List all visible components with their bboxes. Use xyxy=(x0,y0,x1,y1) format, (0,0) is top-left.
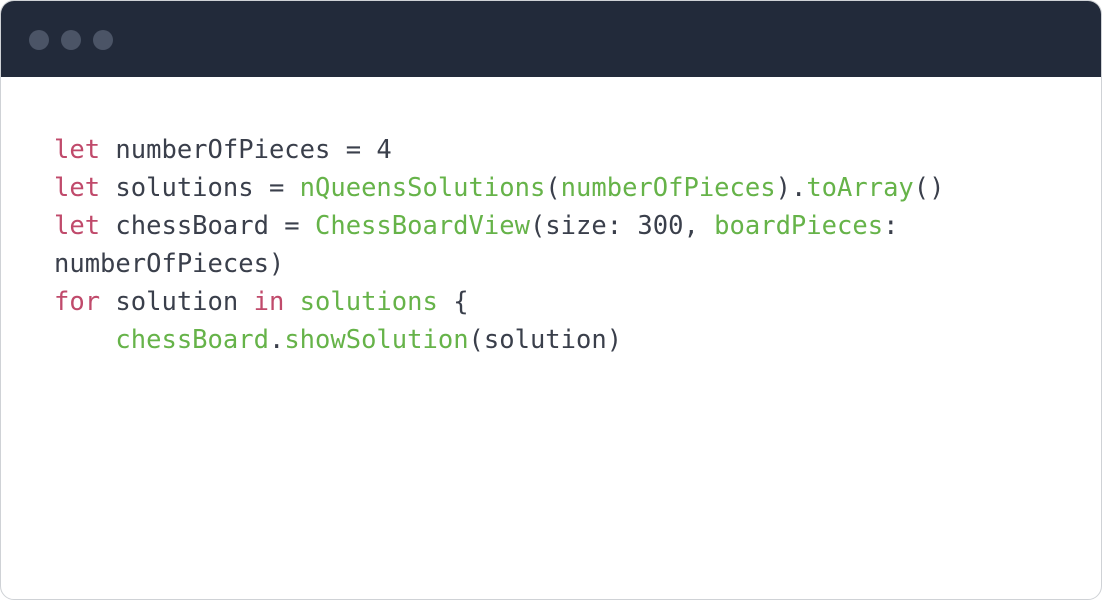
code-token-keyword: let xyxy=(54,135,101,165)
code-token-func: showSolution xyxy=(284,325,469,355)
code-token-plain: ( xyxy=(545,173,561,203)
code-token-plain: (size: 300, xyxy=(529,211,715,241)
code-token-plain: (solution) xyxy=(468,325,623,355)
code-window: let numberOfPieces = 4 let solutions = nQ… xyxy=(0,0,1102,600)
window-dot-2 xyxy=(61,30,81,50)
code-token-plain: . xyxy=(268,325,285,355)
code-token-keyword: let xyxy=(54,211,101,241)
window-dot-1 xyxy=(29,30,49,50)
code-token-func: boardPieces xyxy=(714,211,884,241)
code-line: let solutions = nQueensSolutions(numberO… xyxy=(54,169,1071,207)
code-token-keyword: let xyxy=(54,173,101,203)
code-token-func: nQueensSolutions xyxy=(299,173,546,203)
code-line: let chessBoard = ChessBoardView(size: 30… xyxy=(54,207,1071,245)
code-token-plain: solution xyxy=(100,287,254,317)
code-line: chessBoard.showSolution(solution) xyxy=(54,321,1071,359)
code-line: let numberOfPieces = 4 xyxy=(54,131,1071,169)
code-token-plain: chessBoard = xyxy=(100,211,315,241)
code-token-func: toArray xyxy=(806,173,914,203)
code-token-func: numberOfPieces xyxy=(560,173,776,203)
code-token-func: solutions xyxy=(299,287,438,317)
code-token-plain: solutions = xyxy=(100,173,300,203)
code-token-plain: numberOfPieces) xyxy=(54,249,285,279)
code-token-func: chessBoard xyxy=(115,325,269,355)
code-token-plain: : xyxy=(883,211,899,241)
code-block: let numberOfPieces = 4 let solutions = nQ… xyxy=(54,131,1071,359)
code-token-plain: () xyxy=(913,173,945,203)
code-token-plain: ). xyxy=(775,173,807,203)
code-token-plain: { xyxy=(437,287,469,317)
code-token-func: ChessBoardView xyxy=(315,211,530,241)
code-line: numberOfPieces) xyxy=(54,245,1071,283)
code-token-keyword: for xyxy=(54,287,101,317)
window-dot-3 xyxy=(93,30,113,50)
window-titlebar xyxy=(1,1,1101,77)
code-line: for solution in solutions { xyxy=(54,283,1071,321)
code-token-plain: numberOfPieces = 4 xyxy=(100,135,392,165)
code-token-keyword: in xyxy=(253,287,285,317)
